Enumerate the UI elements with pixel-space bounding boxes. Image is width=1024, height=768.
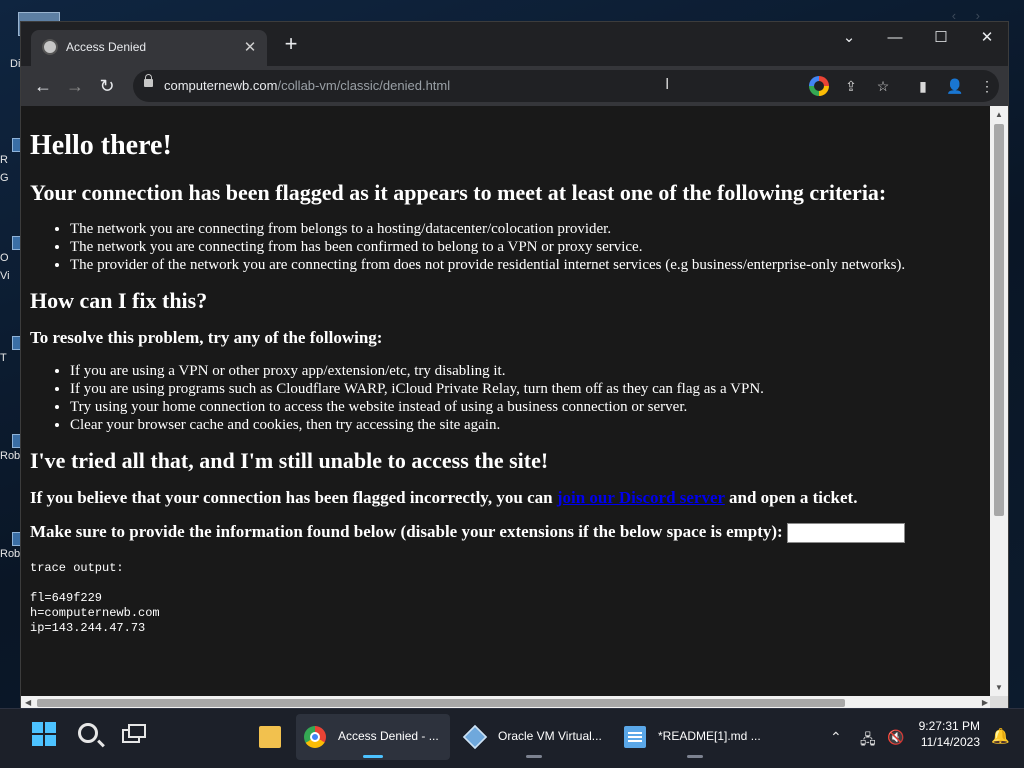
notepad-icon bbox=[624, 726, 646, 748]
profile-icon[interactable]: 👤 bbox=[945, 76, 965, 96]
url-text[interactable]: computernewb.com/collab-vm/classic/denie… bbox=[164, 78, 450, 93]
site-favicon-icon bbox=[42, 39, 58, 55]
page-title: Hello there! bbox=[30, 130, 172, 161]
clock-date: 11/14/2023 bbox=[920, 735, 980, 749]
scroll-down-icon[interactable]: ▼ bbox=[990, 683, 1008, 692]
desktop-icon-label: Rob bbox=[0, 450, 21, 462]
horizontal-scroll-thumb[interactable] bbox=[37, 699, 845, 707]
list-item: If you are using a VPN or other proxy ap… bbox=[70, 362, 984, 380]
incorrect-suffix: and open a ticket. bbox=[724, 488, 858, 507]
incorrect-flag-text: If you believe that your connection has … bbox=[30, 488, 984, 508]
list-item: The network you are connecting from has … bbox=[70, 238, 984, 256]
desktop-icon[interactable]: R bbox=[0, 138, 22, 168]
page-content: Hello there! Your connection has been fl… bbox=[21, 106, 992, 636]
maximize-button[interactable]: ☐ bbox=[921, 26, 961, 50]
list-item: The provider of the network you are conn… bbox=[70, 256, 984, 274]
menu-icon[interactable]: ⋮ bbox=[977, 76, 997, 96]
address-bar[interactable]: computernewb.com/collab-vm/classic/denie… bbox=[133, 70, 999, 102]
back-button[interactable]: ← bbox=[31, 74, 55, 98]
reload-button[interactable]: ↻ bbox=[95, 74, 119, 98]
tab-strip: Access Denied ✕ + ⌄ — ☐ ✕ bbox=[21, 22, 1008, 66]
chrome-icon bbox=[304, 726, 326, 748]
copy-to-clipboard-button[interactable]: Copy to clipboard bbox=[786, 523, 905, 544]
provide-info-text: Make sure to provide the information fou… bbox=[30, 522, 984, 544]
tray-chevron-icon[interactable]: ⌃ bbox=[830, 729, 842, 746]
desktop-icon-label: R bbox=[0, 154, 8, 166]
desktop-icon-label2: G bbox=[0, 172, 9, 184]
incorrect-prefix: If you believe that your connection has … bbox=[30, 488, 557, 507]
windows-logo-pane bbox=[32, 735, 43, 746]
desktop-icon-label: Rob bbox=[0, 548, 21, 560]
resolve-heading: To resolve this problem, try any of the … bbox=[30, 328, 383, 347]
notification-bell-icon[interactable]: 🔔 bbox=[991, 727, 1010, 745]
windows-logo-pane bbox=[45, 735, 56, 746]
running-indicator bbox=[526, 755, 542, 758]
tried-heading: I've tried all that, and I'm still unabl… bbox=[30, 448, 549, 473]
taskbar-app-chrome[interactable]: Access Denied - ... bbox=[296, 714, 450, 760]
start-button[interactable] bbox=[32, 722, 56, 746]
taskbar-app-label: *README[1].md ... bbox=[658, 729, 761, 743]
desktop-icon[interactable]: T bbox=[0, 336, 22, 366]
running-indicator bbox=[687, 755, 703, 758]
fixes-list: If you are using a VPN or other proxy ap… bbox=[70, 362, 984, 434]
network-icon[interactable]: 🖧 bbox=[860, 729, 876, 753]
clock-time: 9:27:31 PM bbox=[918, 719, 980, 733]
folder-icon bbox=[259, 726, 281, 748]
file-explorer-button[interactable] bbox=[255, 714, 289, 760]
task-view-icon[interactable] bbox=[120, 721, 150, 751]
url-path: /collab-vm/classic/denied.html bbox=[277, 78, 451, 93]
taskbar-app-label: Oracle VM Virtual... bbox=[498, 729, 602, 743]
tab-close-icon[interactable]: ✕ bbox=[241, 38, 259, 56]
desktop-shortcut-label: Di bbox=[10, 58, 21, 70]
close-window-button[interactable]: ✕ bbox=[967, 26, 1007, 50]
task-view-pane bbox=[128, 724, 146, 738]
taskbar-app-label: Access Denied - ... bbox=[338, 729, 439, 743]
windows-logo-pane bbox=[45, 722, 56, 733]
side-panel-icon[interactable]: ▮ bbox=[913, 76, 933, 96]
lock-icon[interactable] bbox=[144, 74, 153, 87]
taskbar-app-virtualbox[interactable]: Oracle VM Virtual... bbox=[456, 714, 612, 760]
vertical-scrollbar[interactable]: ▲ ▼ bbox=[990, 106, 1008, 696]
virtualbox-icon bbox=[462, 724, 488, 750]
desktop-icon[interactable]: Rob bbox=[0, 532, 22, 562]
list-item: The network you are connecting from belo… bbox=[70, 220, 984, 238]
share-icon[interactable]: ⇪ bbox=[841, 76, 861, 96]
browser-toolbar: ← → ↻ computernewb.com/collab-vm/classic… bbox=[21, 66, 1008, 106]
vertical-scroll-thumb[interactable] bbox=[994, 124, 1004, 516]
minimize-button[interactable]: — bbox=[875, 26, 915, 50]
provide-info-label: Make sure to provide the information fou… bbox=[30, 522, 783, 541]
discord-link[interactable]: join our Discord server bbox=[557, 488, 725, 507]
list-item: If you are using programs such as Cloudf… bbox=[70, 380, 984, 398]
google-lens-icon[interactable] bbox=[809, 76, 829, 96]
criteria-list: The network you are connecting from belo… bbox=[70, 220, 984, 274]
url-host: computernewb.com bbox=[164, 78, 278, 93]
tab-access-denied[interactable]: Access Denied ✕ bbox=[31, 30, 267, 66]
sound-muted-icon[interactable]: 🔇 bbox=[887, 729, 904, 746]
clock[interactable]: 9:27:31 PM 11/14/2023 bbox=[919, 718, 980, 750]
windows-logo-icon bbox=[32, 722, 43, 733]
text-cursor-icon: I bbox=[665, 76, 670, 93]
new-tab-button[interactable]: + bbox=[279, 33, 303, 55]
desktop-icon-label: O bbox=[0, 252, 9, 264]
page-viewport[interactable]: Hello there! Your connection has been fl… bbox=[21, 106, 992, 696]
list-item: Clear your browser cache and cookies, th… bbox=[70, 416, 984, 434]
criteria-heading: Your connection has been flagged as it a… bbox=[30, 180, 887, 205]
taskbar-app-notepad[interactable]: *README[1].md ... bbox=[616, 714, 774, 760]
desktop-icon-label2: Vi bbox=[0, 270, 10, 282]
search-icon[interactable] bbox=[78, 723, 98, 743]
tab-search-dropdown-icon[interactable]: ⌄ bbox=[829, 26, 869, 50]
desktop-icon[interactable]: O bbox=[0, 236, 22, 266]
active-indicator bbox=[363, 755, 383, 758]
fix-heading: How can I fix this? bbox=[30, 288, 208, 313]
taskbar: Access Denied - ... Oracle VM Virtual...… bbox=[0, 708, 1024, 768]
forward-button[interactable]: → bbox=[63, 74, 87, 98]
scroll-up-icon[interactable]: ▲ bbox=[990, 110, 1008, 119]
bookmark-star-icon[interactable]: ☆ bbox=[873, 76, 893, 96]
desktop-icon-label: T bbox=[0, 352, 7, 364]
desktop-icon[interactable]: Rob bbox=[0, 434, 22, 464]
trace-output: trace output: fl=649f229 h=computernewb.… bbox=[30, 561, 160, 636]
list-item: Try using your home connection to access… bbox=[70, 398, 984, 416]
tab-title: Access Denied bbox=[66, 40, 147, 54]
browser-window: Access Denied ✕ + ⌄ — ☐ ✕ ← → ↻ computer… bbox=[20, 21, 1009, 710]
